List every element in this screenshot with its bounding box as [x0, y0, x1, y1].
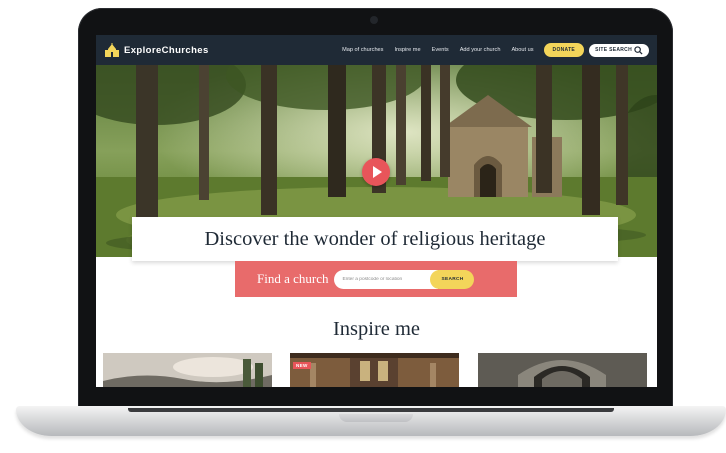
- site-search-button[interactable]: SITE SEARCH: [589, 43, 649, 57]
- hero-headline-box: Discover the wonder of religious heritag…: [132, 217, 618, 261]
- card-image-church-interior: [290, 353, 459, 387]
- card-image-stone-arch: [478, 353, 647, 387]
- keyboard-edge: [128, 408, 614, 412]
- top-nav: ExploreChurches Map of churches Inspire …: [96, 35, 657, 65]
- play-icon: [373, 166, 382, 178]
- church-icon: [105, 43, 119, 57]
- trackpad-notch: [339, 414, 413, 422]
- hero-headline: Discover the wonder of religious heritag…: [204, 227, 546, 250]
- nav-link-events[interactable]: Events: [432, 47, 449, 53]
- logo-text: ExploreChurches: [124, 44, 209, 56]
- nav-links: Map of churches Inspire me Events Add yo…: [342, 47, 533, 53]
- search-icon: [634, 45, 643, 55]
- location-search-input[interactable]: [334, 269, 439, 289]
- new-badge: NEW: [293, 362, 311, 369]
- site-logo[interactable]: ExploreChurches: [104, 43, 209, 57]
- find-church-bar: Find a church SEARCH: [235, 261, 517, 297]
- card-image-landscape: [103, 353, 272, 387]
- nav-link-about[interactable]: About us: [511, 47, 533, 53]
- find-church-search-button[interactable]: SEARCH: [430, 269, 475, 289]
- inspire-card[interactable]: [103, 353, 272, 387]
- inspire-card[interactable]: [478, 353, 647, 387]
- nav-link-map[interactable]: Map of churches: [342, 47, 383, 53]
- play-video-button[interactable]: [362, 158, 390, 186]
- inspire-card[interactable]: NEW: [290, 353, 459, 387]
- camera: [370, 16, 378, 24]
- find-church-label: Find a church: [257, 271, 329, 286]
- browser-screen: ExploreChurches Map of churches Inspire …: [96, 35, 657, 387]
- inspire-cards: NEW: [103, 353, 653, 387]
- nav-link-add-church[interactable]: Add your church: [460, 47, 501, 53]
- donate-button[interactable]: DONATE: [543, 43, 585, 57]
- laptop-base: [16, 406, 726, 436]
- site-search-label: SITE SEARCH: [595, 47, 632, 53]
- nav-link-inspire[interactable]: Inspire me: [394, 47, 420, 53]
- inspire-title: Inspire me: [332, 318, 421, 340]
